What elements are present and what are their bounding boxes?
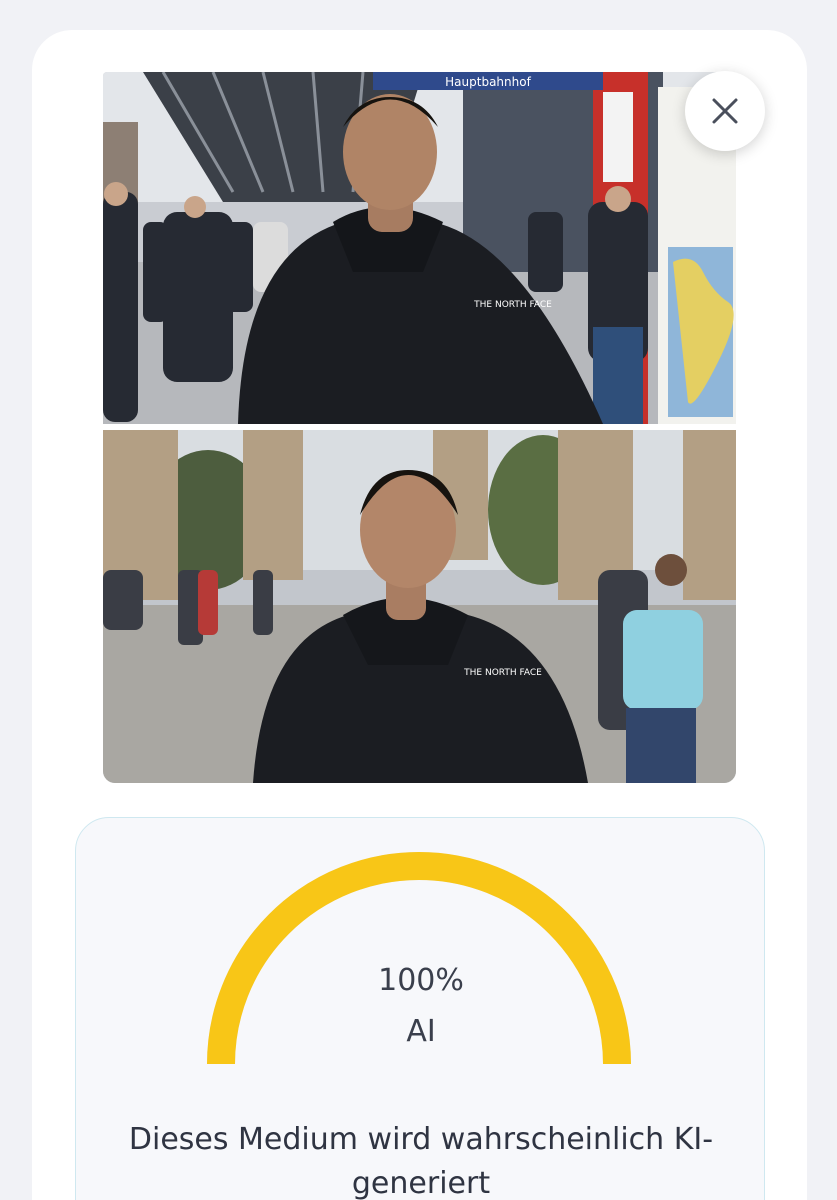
uploaded-image-gate: THE NORTH FACE [103,430,736,783]
detection-result-panel: 100% AI Dieses Medium wird wahrscheinlic… [75,817,765,1200]
jacket-logo-text: THE NORTH FACE [463,668,542,678]
uploaded-image-station: Hauptbahnhof THE NORTH FACE [103,72,736,424]
close-button[interactable] [685,71,765,151]
jacket-logo-text: THE NORTH FACE [473,300,552,310]
ai-percentage: 100% [378,963,464,998]
ai-label: AI [406,1014,436,1049]
verdict-text: Dieses Medium wird wahrscheinlich KI-gen… [128,1122,714,1200]
station-sign-text: Hauptbahnhof [445,75,531,89]
close-icon [712,98,738,124]
